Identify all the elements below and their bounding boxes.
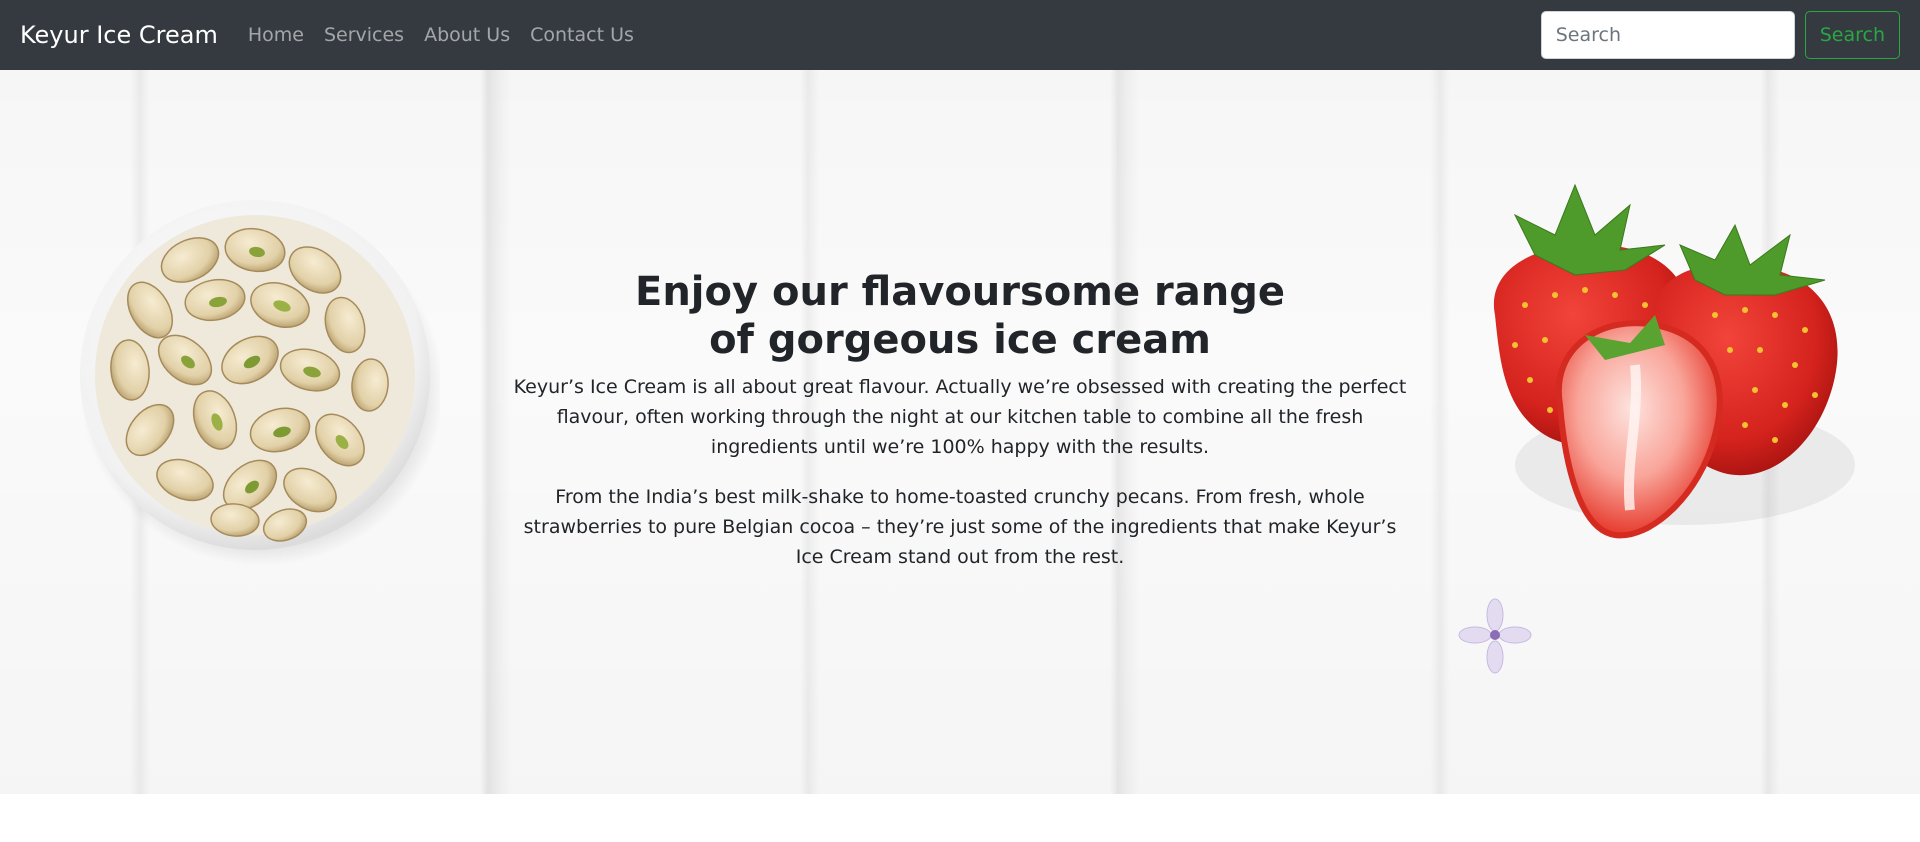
pistachio-bowl-image [80,200,440,566]
hero-paragraph-2: From the India’s best milk-shake to home… [523,486,1397,568]
hero-title-line-1: Enjoy our flavoursome range [635,269,1285,315]
search-input[interactable] [1540,11,1795,59]
brand-logo-link[interactable]: Keyur Ice Cream [20,21,218,49]
nav-link-home[interactable]: Home [248,24,304,46]
strawberries-image [1493,183,1855,539]
nav-link-about-us[interactable]: About Us [424,24,510,46]
lilac-flower-image [1458,598,1532,674]
top-navbar: Keyur Ice Cream Home Services About Us C… [0,0,1920,70]
search-form: Search [1540,11,1900,59]
hero-section: Enjoy our flavoursome range of gorgeous … [0,70,1920,794]
hero-title-line-2: of gorgeous ice cream [709,317,1211,363]
hero-content: Enjoy our flavoursome range of gorgeous … [510,268,1410,572]
search-button[interactable]: Search [1804,11,1900,59]
nav-links: Home Services About Us Contact Us [248,24,634,46]
hero-title: Enjoy our flavoursome range of gorgeous … [510,268,1410,364]
nav-link-contact-us[interactable]: Contact Us [530,24,634,46]
nav-link-services[interactable]: Services [324,24,404,46]
hero-paragraph-1: Keyur’s Ice Cream is all about great fla… [513,376,1407,458]
